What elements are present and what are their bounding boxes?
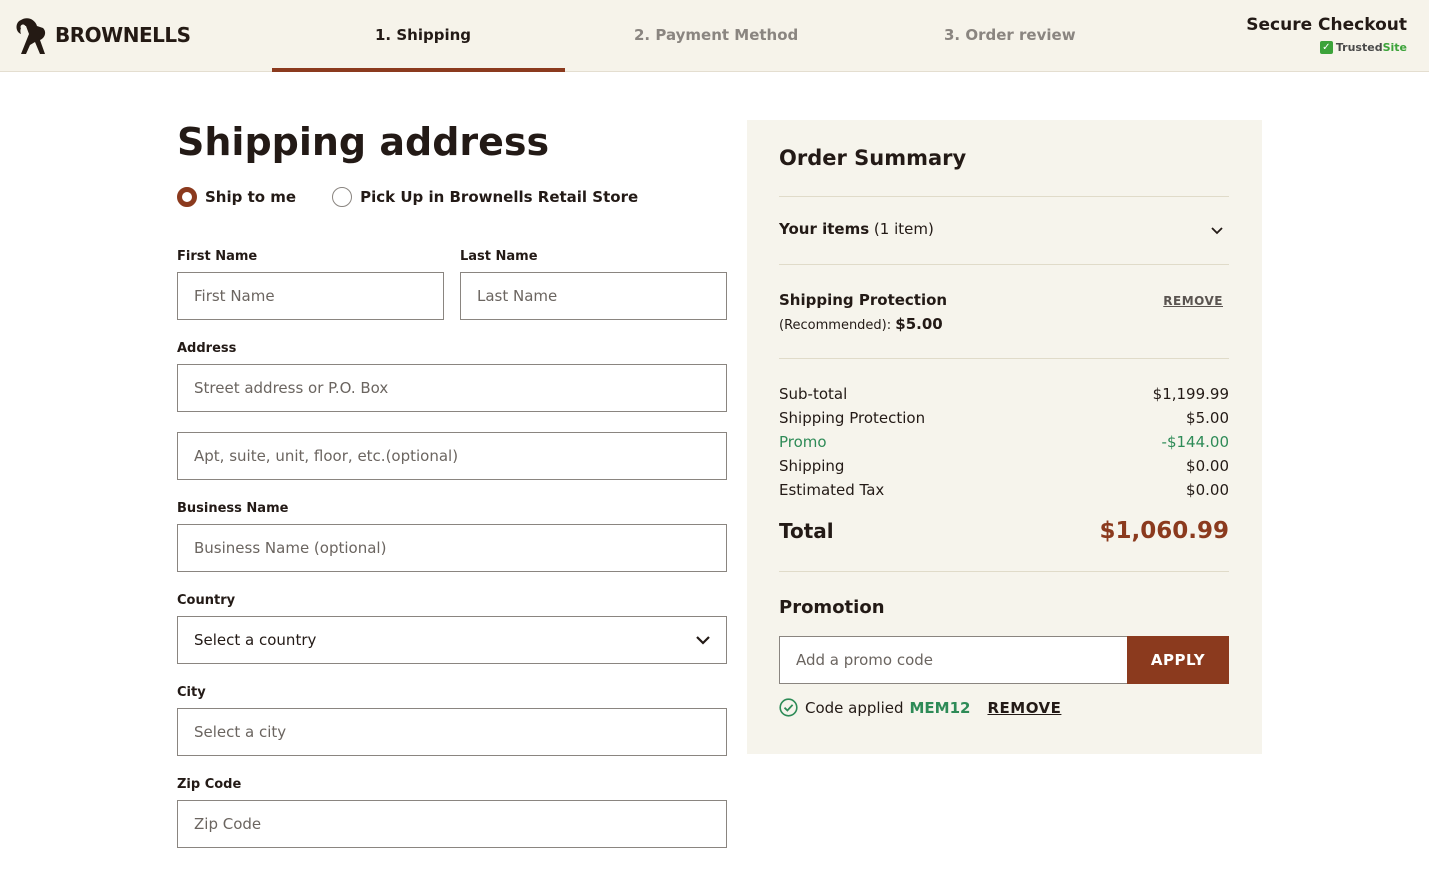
last-name-label: Last Name (460, 249, 538, 264)
applied-code: MEM12 (909, 698, 971, 717)
apply-button[interactable]: APPLY (1127, 636, 1229, 684)
remove-shipping-protection-link[interactable]: REMOVE (1163, 294, 1223, 308)
step-payment-method[interactable]: 2. Payment Method (634, 26, 798, 44)
items-count: (1 item) (869, 220, 934, 238)
your-items-toggle[interactable]: Your items (1 item) (779, 220, 1229, 238)
secure-checkout-title: Secure Checkout (1246, 15, 1407, 35)
business-name-label: Business Name (177, 501, 289, 516)
promo-code-input[interactable]: Add a promo code (779, 636, 1128, 684)
radio-pickup-label[interactable]: Pick Up in Brownells Retail Store (360, 188, 638, 206)
promotion-title: Promotion (779, 597, 885, 618)
check-circle-icon (779, 698, 798, 717)
check-icon: ✓ (1319, 41, 1333, 54)
chevron-down-icon (696, 636, 710, 645)
zip-code-label: Zip Code (177, 777, 242, 792)
estimated-tax-value: $0.00 (1186, 481, 1229, 499)
order-summary-title: Order Summary (779, 146, 967, 170)
subtotal-label: Sub-total (779, 385, 848, 403)
shipping-protection-amount: $5.00 (895, 315, 943, 333)
shipping-protection-title: Shipping Protection (779, 291, 948, 309)
subtotal-row: Sub-total $1,199.99 (779, 385, 1229, 403)
total-row: Total $1,060.99 (779, 518, 1229, 544)
total-label: Total (779, 519, 834, 543)
shipping-value: $0.00 (1186, 457, 1229, 475)
total-value: $1,060.99 (1099, 518, 1230, 544)
logo-text: BROWNELLS (55, 23, 191, 47)
delivery-options: Ship to me Pick Up in Brownells Retail S… (177, 187, 674, 207)
radio-pickup[interactable] (332, 187, 353, 207)
shipping-row: Shipping $0.00 (779, 457, 1229, 475)
code-applied-row: Code applied MEM12 REMOVE (779, 698, 1061, 717)
radio-ship-to-me-label[interactable]: Ship to me (205, 188, 296, 206)
country-select-value: Select a country (194, 631, 317, 649)
estimated-tax-row: Estimated Tax $0.00 (779, 481, 1229, 499)
divider (779, 571, 1229, 572)
street-address-input[interactable]: Street address or P.O. Box (177, 364, 727, 412)
shipping-label: Shipping (779, 457, 845, 475)
apt-suite-input[interactable]: Apt, suite, unit, floor, etc.(optional) (177, 432, 727, 480)
trustedsite-badge[interactable]: ✓ Trusted Site (1319, 41, 1407, 54)
shipping-protection-label: Shipping Protection (779, 409, 926, 427)
brownells-logo[interactable]: BROWNELLS (13, 14, 191, 56)
your-items-label: Your items (779, 220, 870, 238)
divider (779, 264, 1229, 265)
shipping-protection-row: Shipping Protection $5.00 (779, 409, 1229, 427)
first-name-input[interactable]: First Name (177, 272, 444, 320)
business-name-input[interactable]: Business Name (optional) (177, 524, 727, 572)
shipping-protection-value: $5.00 (1186, 409, 1229, 427)
chevron-down-icon (1211, 227, 1223, 235)
recommended-label: (Recommended): (779, 318, 896, 333)
country-label: Country (177, 593, 236, 608)
country-select[interactable]: Select a country (177, 616, 727, 664)
remove-promo-link[interactable]: REMOVE (987, 699, 1061, 717)
ram-logo-icon (16, 18, 46, 54)
secure-checkout: Secure Checkout ✓ Trusted Site (1246, 15, 1407, 54)
city-label: City (177, 685, 206, 700)
site-text: Site (1382, 41, 1407, 54)
checkout-header: BROWNELLS 1. Shipping 2. Payment Method … (0, 0, 1429, 72)
subtotal-value: $1,199.99 (1152, 385, 1229, 403)
step-shipping[interactable]: 1. Shipping (375, 26, 471, 44)
estimated-tax-label: Estimated Tax (779, 481, 885, 499)
order-summary-panel: Order Summary Your items (1 item) Shippi… (747, 120, 1262, 754)
zip-code-input[interactable]: Zip Code (177, 800, 727, 848)
page-title: Shipping address (177, 120, 550, 164)
shipping-protection-price: (Recommended): $5.00 (779, 315, 943, 333)
promo-row: Promo -$144.00 (779, 433, 1229, 451)
promo-value: -$144.00 (1161, 433, 1229, 451)
city-input[interactable]: Select a city (177, 708, 727, 756)
active-step-indicator (272, 68, 565, 72)
divider (779, 358, 1229, 359)
first-name-label: First Name (177, 249, 258, 264)
address-label: Address (177, 341, 237, 356)
last-name-input[interactable]: Last Name (460, 272, 727, 320)
promo-label: Promo (779, 433, 827, 451)
radio-ship-to-me[interactable] (177, 187, 197, 207)
trusted-text: Trusted (1335, 41, 1383, 54)
step-order-review[interactable]: 3. Order review (944, 26, 1076, 44)
code-applied-label: Code applied (805, 698, 904, 717)
divider (779, 196, 1229, 197)
